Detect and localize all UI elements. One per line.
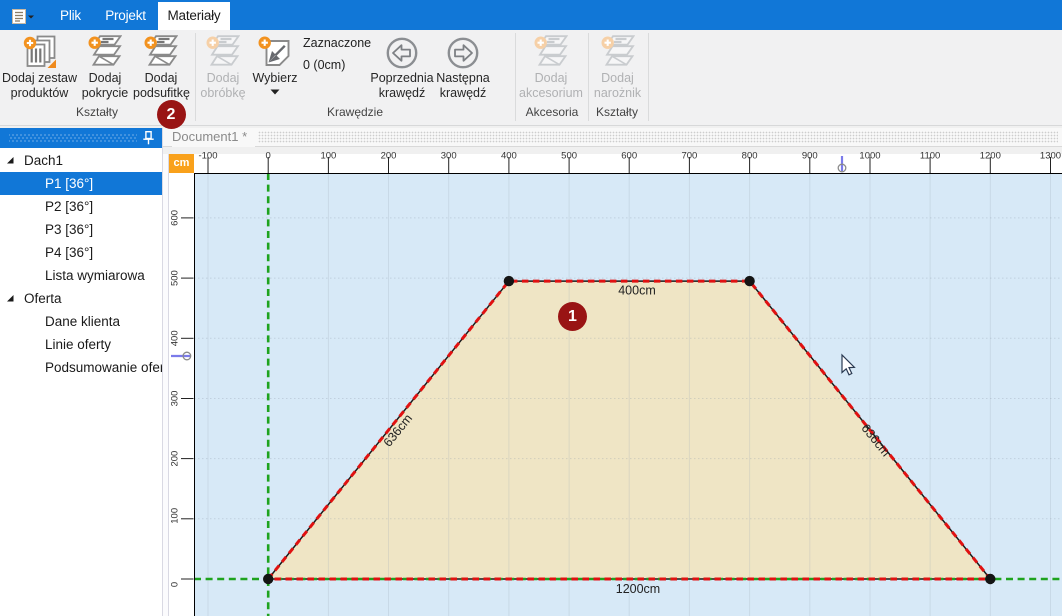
svg-text:400: 400 [501,151,517,162]
svg-text:400: 400 [170,330,181,346]
svg-text:300: 300 [441,151,457,162]
svg-text:700: 700 [681,151,697,162]
svg-text:300: 300 [170,391,181,407]
svg-text:500: 500 [561,151,577,162]
svg-text:100: 100 [320,151,336,162]
svg-text:-100: -100 [198,151,217,162]
svg-text:100: 100 [170,508,181,524]
svg-text:600: 600 [621,151,637,162]
svg-text:0: 0 [170,582,181,587]
svg-text:0: 0 [266,151,271,162]
svg-text:1300: 1300 [1040,151,1061,162]
svg-text:500: 500 [170,270,181,286]
svg-text:200: 200 [381,151,397,162]
svg-text:1200: 1200 [980,151,1001,162]
svg-text:1200cm: 1200cm [616,582,660,596]
svg-text:200: 200 [170,451,181,467]
svg-text:1100: 1100 [920,151,940,162]
svg-text:800: 800 [742,151,758,162]
svg-text:600: 600 [170,210,181,226]
svg-text:400cm: 400cm [618,284,656,298]
svg-text:900: 900 [802,151,818,162]
svg-text:1000: 1000 [859,151,880,162]
